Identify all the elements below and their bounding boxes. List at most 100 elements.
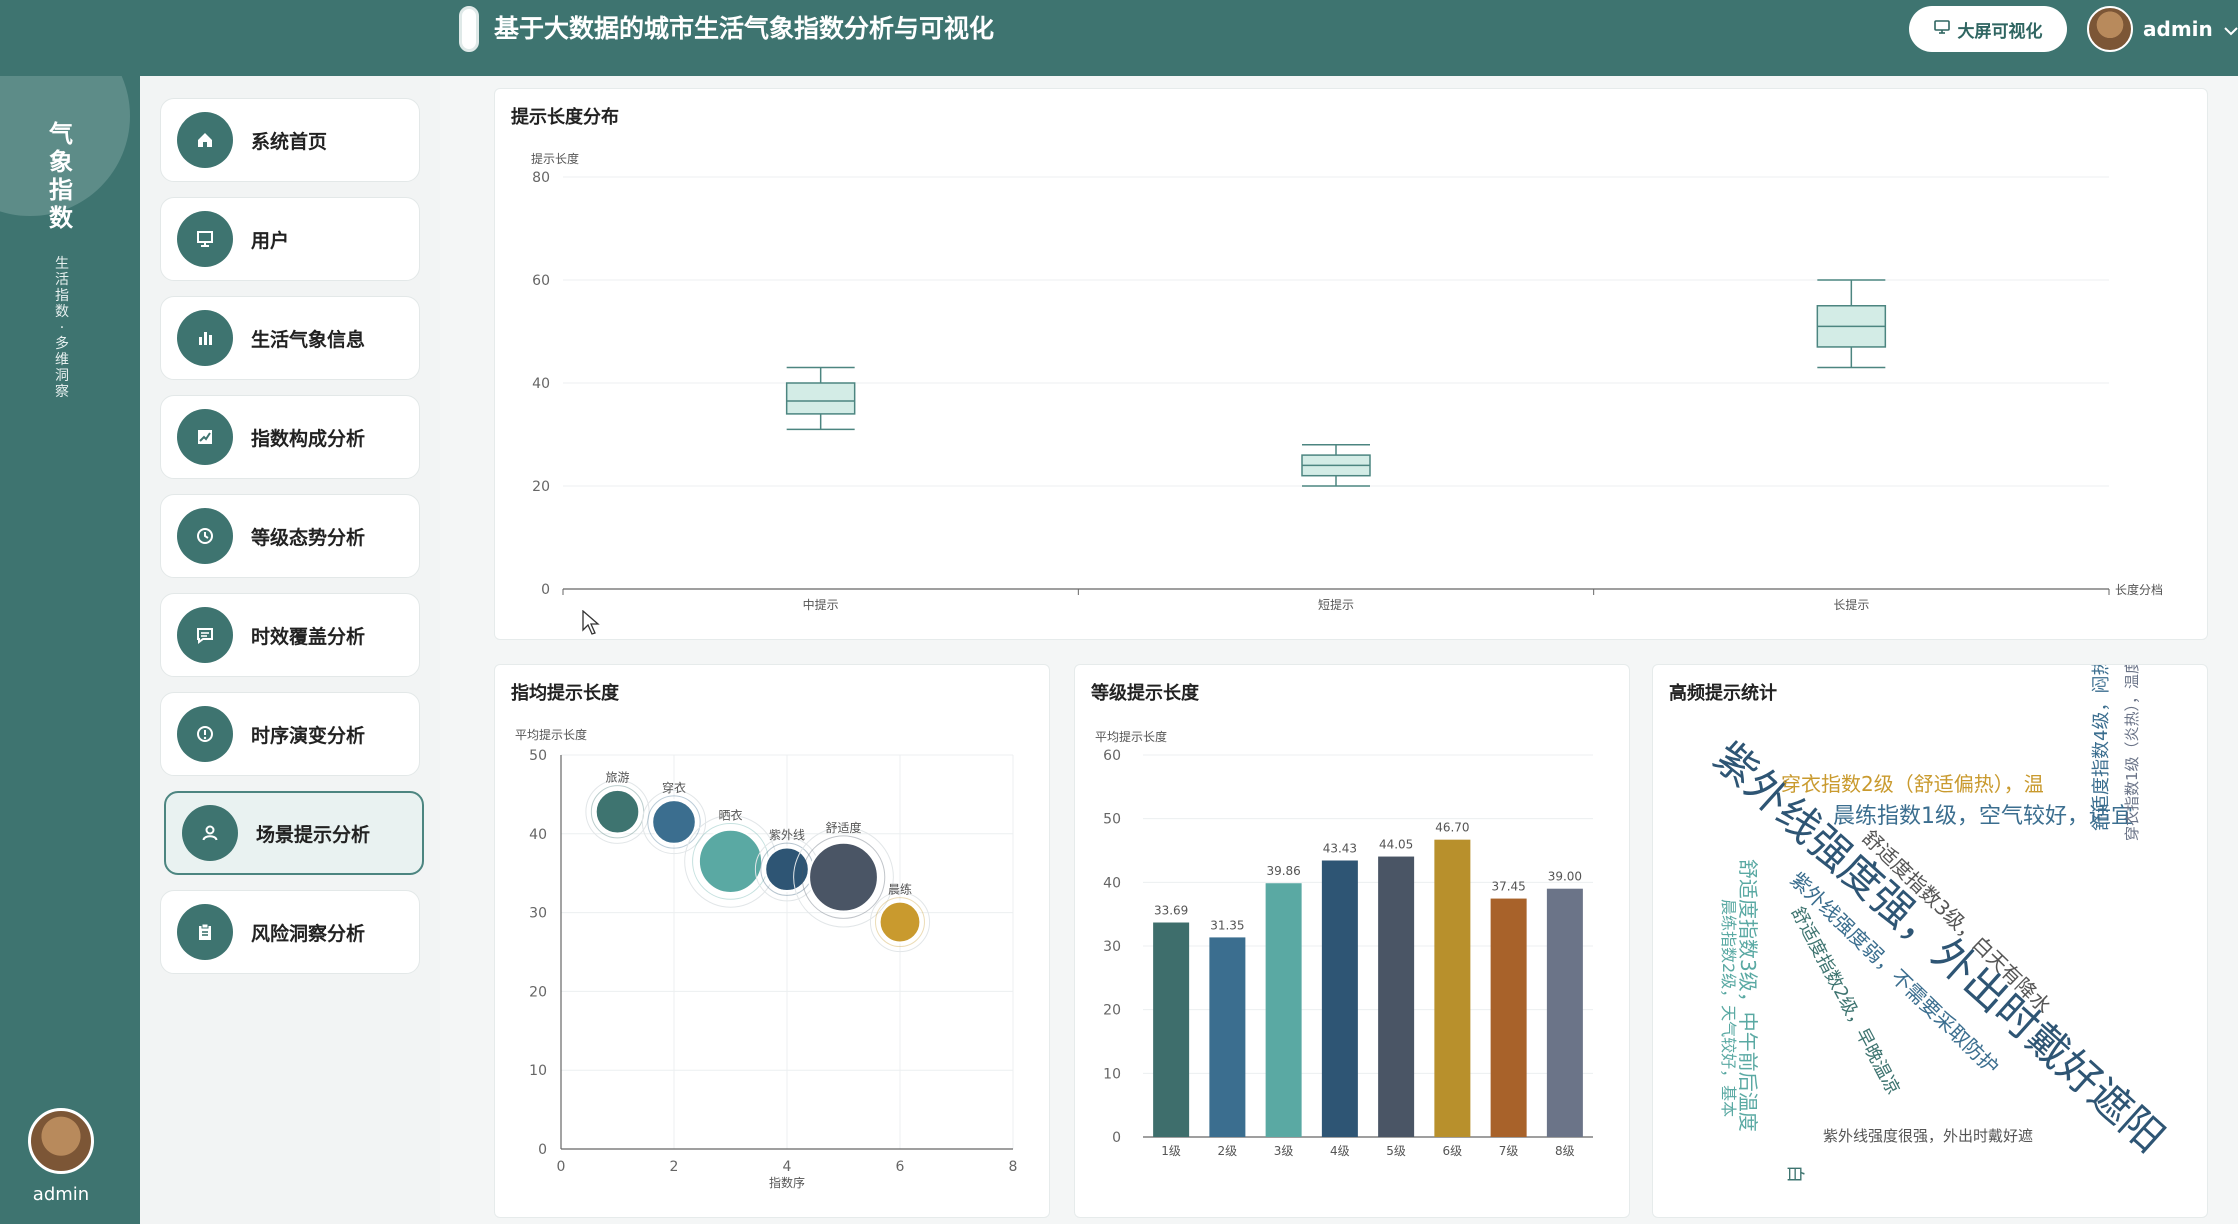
word-cloud-term: 白 [1784,1165,1805,1183]
sidebar-item-7[interactable]: 时序演变分析 [160,692,420,776]
monitor-icon [1933,19,1950,39]
bubble-point [764,846,810,893]
x-axis-title: 指数序 [769,1175,805,1190]
panel-avg-length-by-index: 指均提示长度 平均提示长度 0 10 20 30 40 50 0 2 4 6 8 指数序 旅游 穿衣 晒衣 紫外… [494,664,1050,1218]
bubble-label: 舒适度 [825,820,861,835]
bubble-chart: 平均提示长度 0 10 20 30 40 50 0 2 4 6 8 指数序 旅游穿衣晒衣紫外线 舒适度晨练 [515,727,1018,1190]
y-tick-label: 40 [1103,875,1121,891]
x-tick-label: 长提示 [1833,597,1869,612]
clock-icon [177,508,233,564]
person-icon [182,805,238,861]
bar-value-label: 39.86 [1266,864,1300,878]
chevron-down-icon [2223,17,2238,41]
bar-chart: 平均提示长度 0 10 20 30 40 50 60 33.69 1级 31.35 2级 39.86 3级… [1095,729,1593,1158]
y-tick-label: 10 [529,1063,547,1079]
bar-value-label: 44.05 [1379,838,1413,852]
bar [1265,883,1302,1137]
y-tick-label: 20 [1103,1003,1121,1019]
x-tick-label: 2 [670,1159,679,1175]
bar-value-label: 33.69 [1154,904,1188,918]
sidebar-item-4[interactable]: 指数构成分析 [160,395,420,479]
x-tick-label: 6级 [1443,1144,1463,1158]
word-cloud-term: 晨练指数1级，空气较好，适宜 [1833,804,2133,829]
y-tick-label: 30 [1103,939,1121,955]
bar [1378,856,1415,1137]
x-tick-label: 1级 [1161,1144,1181,1158]
word-cloud-term: 穿衣指数1级（炎热），温度高 [2123,665,2141,841]
y-tick-label: 60 [1103,748,1121,764]
bar [1434,839,1471,1137]
x-tick-label: 短提示 [1318,597,1354,612]
box-body [785,382,856,415]
y-tick-label: 20 [529,984,547,1000]
sidebar-item-label: 时效覆盖分析 [251,625,366,648]
bar [1546,888,1583,1137]
bubble-point [651,799,697,845]
avatar [2087,6,2133,52]
bar [1321,860,1358,1137]
sidebar-item-6[interactable]: 时效覆盖分析 [160,593,420,677]
bar-value-label: 31.35 [1210,918,1244,932]
sidebar-item-1[interactable]: 系统首页 [160,98,420,182]
x-tick-label: 4级 [1330,1144,1350,1158]
x-tick-label: 7级 [1499,1144,1519,1158]
x-tick-label: 5级 [1386,1144,1406,1158]
rail-avatar[interactable] [28,1108,94,1174]
bar [1209,937,1246,1137]
sidebar-item-5[interactable]: 等级态势分析 [160,494,420,578]
word-cloud-term: 舒适度指数3级，中午前后温度 [1736,859,1760,1132]
y-axis-title: 平均提示长度 [1095,729,1167,744]
word-cloud-term: 晨练指数2级，天气较好，基本 [1719,899,1738,1117]
top-header: 基于大数据的城市生活气象指数分析与可视化 大屏可视化 admin [0,0,2238,76]
bigscreen-button[interactable]: 大屏可视化 [1909,6,2067,52]
x-tick-label: 6 [896,1159,905,1175]
word-cloud: 紫外线强度强，外出时戴好遮阳穿衣指数2级（舒适偏热），温晨练指数1级，空气较好，… [1704,665,2174,1183]
bubble-label: 晨练 [888,882,912,897]
y-tick-label: 40 [532,376,550,392]
x-tick-label: 8级 [1555,1144,1575,1158]
sidebar-item-label: 场景提示分析 [256,823,371,846]
bubble-label: 晒衣 [718,807,742,822]
y-tick-label: 50 [529,748,547,764]
user-menu[interactable]: admin [2087,4,2238,54]
y-axis-title: 提示长度 [531,151,579,166]
sidebar-item-label: 等级态势分析 [251,526,366,549]
sidebar-item-label: 生活气象信息 [251,328,366,351]
rail-subtitle: 生活指数·多维洞察 [55,256,69,400]
y-tick-label: 80 [532,170,550,186]
sidebar-item-9[interactable]: 风险洞察分析 [160,890,420,974]
bar-value-label: 46.70 [1435,821,1469,835]
sidebar-item-3[interactable]: 生活气象信息 [160,296,420,380]
sidebar-item-label: 指数构成分析 [251,427,366,450]
x-tick-label: 中提示 [803,597,839,612]
y-tick-label: 40 [529,827,547,843]
y-tick-label: 0 [541,582,550,598]
bubble-point [697,828,764,894]
x-axis-title: 长度分档 [2115,582,2163,597]
y-tick-label: 0 [538,1142,547,1158]
brand-rail: 气象指数 生活指数·多维洞察 admin [0,76,140,1224]
x-tick-label: 8 [1009,1159,1018,1175]
sidebar-menu: 系统首页用户生活气象信息 指数构成分析 等级态势分析 时效覆盖分析时序演变分析场景提示… [140,76,440,1224]
rail-brand: 气象指数 [49,120,73,232]
sidebar-item-8[interactable]: 场景提示分析 [164,791,424,875]
word-cloud-term: 舒适度指数4级，闷热，大多数 [2091,665,2112,831]
sidebar-item-2[interactable]: 用户 [160,197,420,281]
bubble-point [594,788,641,835]
title-pill-decoration [459,6,479,52]
rail-username: admin [32,1184,90,1205]
word-cloud-term: 穿衣指数2级（舒适偏热），温 [1781,772,2044,796]
x-tick-label: 2级 [1218,1144,1238,1158]
panel-length-distribution: 提示长度分布 提示长度 0 20 40 60 80 长度分档 中提示 短提示 长提示 [494,88,2208,640]
sidebar-item-label: 系统首页 [251,130,328,153]
word-cloud-term: 紫外线强度很强，外出时戴好遮 [1823,1127,2033,1145]
bar-chart-icon [177,310,233,366]
y-tick-label: 30 [529,906,547,922]
bubble-label: 穿衣 [662,780,686,795]
bigscreen-label: 大屏可视化 [1957,21,2043,42]
y-tick-label: 50 [1103,812,1121,828]
alert-icon [177,706,233,762]
home-icon [177,112,233,168]
bar [1490,898,1527,1137]
line-chart-icon [177,409,233,465]
